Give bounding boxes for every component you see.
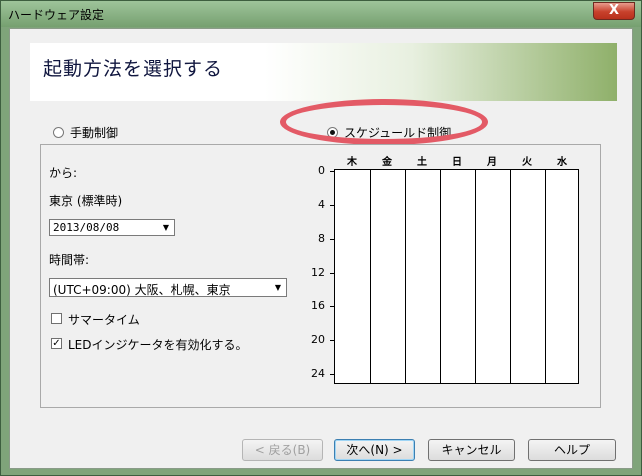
grid-column-divider xyxy=(510,170,511,383)
timezone-value: (UTC+09:00) 大阪、札幌、東京 xyxy=(53,283,231,297)
header-banner: 起動方法を選択する xyxy=(30,43,617,101)
next-button[interactable]: 次へ(N) > xyxy=(334,439,415,461)
manual-control-option[interactable]: 手動制御 xyxy=(53,124,118,141)
day-label: 木 xyxy=(347,157,357,168)
annotation-highlight-ellipse xyxy=(280,99,488,145)
title-bar[interactable]: ハードウェア設定 X xyxy=(1,1,641,27)
grid-column-divider xyxy=(545,170,546,383)
summer-time-label: サマータイム xyxy=(68,313,140,327)
day-label: 火 xyxy=(522,157,532,168)
summer-time-checkbox[interactable] xyxy=(51,313,62,324)
day-label: 土 xyxy=(417,157,427,168)
hour-label: 12 xyxy=(311,266,325,279)
day-label: 金 xyxy=(382,157,392,168)
window-title: ハードウェア設定 xyxy=(8,8,105,22)
help-button[interactable]: ヘルプ xyxy=(528,439,616,461)
grid-column-divider xyxy=(370,170,371,383)
page-title: 起動方法を選択する xyxy=(43,58,224,80)
timezone-select[interactable]: (UTC+09:00) 大阪、札幌、東京 ▼ xyxy=(49,278,287,297)
hardware-settings-window: ハードウェア設定 X 起動方法を選択する 手動制御 スケジュールド制御 から: … xyxy=(0,0,642,476)
grid-column-divider xyxy=(475,170,476,383)
day-label: 水 xyxy=(557,157,567,168)
start-date-picker[interactable]: 2013/08/08 ▼ xyxy=(49,219,175,236)
chevron-down-icon[interactable]: ▼ xyxy=(271,280,285,295)
chevron-down-icon[interactable]: ▼ xyxy=(159,221,173,234)
day-label: 月 xyxy=(487,157,497,168)
hour-label: 24 xyxy=(311,367,325,380)
led-indicator-label: LEDインジケータを有効化する。 xyxy=(68,338,248,352)
hour-label: 0 xyxy=(318,164,325,177)
timezone-caption: 東京 (標準時) xyxy=(49,194,123,208)
hour-label: 8 xyxy=(318,232,325,245)
close-button[interactable]: X xyxy=(593,2,635,20)
cancel-button[interactable]: キャンセル xyxy=(428,439,515,461)
grid-column-divider xyxy=(440,170,441,383)
manual-control-radio[interactable] xyxy=(53,127,64,138)
hour-label: 16 xyxy=(311,299,325,312)
manual-control-label: 手動制御 xyxy=(70,126,119,140)
timezone-label: 時間帯: xyxy=(49,253,90,267)
from-label: から: xyxy=(49,166,78,180)
weekly-schedule-grid[interactable] xyxy=(334,169,579,384)
day-label: 日 xyxy=(452,157,462,168)
grid-column-divider xyxy=(405,170,406,383)
hour-label: 20 xyxy=(311,333,325,346)
hour-label: 4 xyxy=(318,198,325,211)
start-date-value: 2013/08/08 xyxy=(53,221,120,234)
back-button[interactable]: < 戻る(B) xyxy=(242,439,323,461)
led-indicator-checkbox[interactable]: ✓ xyxy=(51,338,62,349)
